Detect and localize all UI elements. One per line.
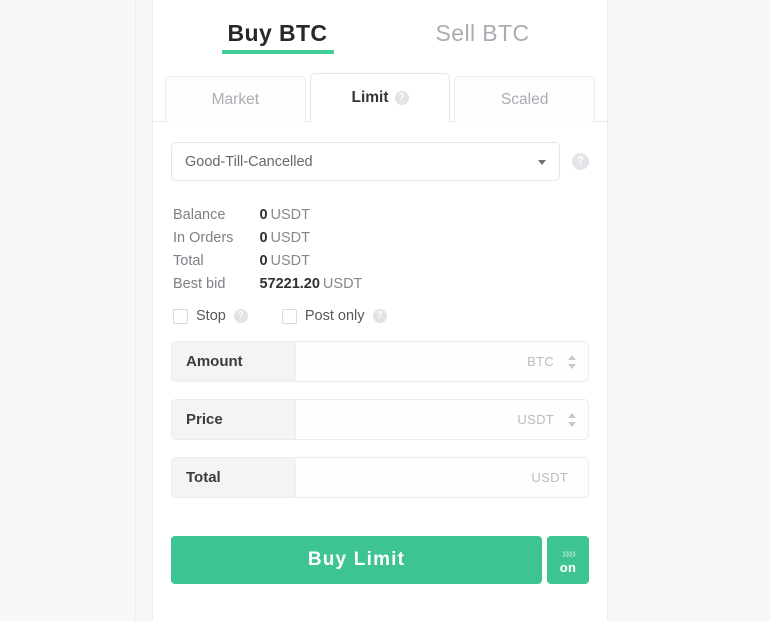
amount-stepper[interactable] xyxy=(562,342,588,381)
total-input[interactable] xyxy=(296,458,532,497)
active-tab-underline xyxy=(221,50,334,54)
stop-label: Stop xyxy=(196,308,226,324)
fast-submit-state: on xyxy=(559,560,577,575)
price-field-row: Price USDT xyxy=(171,399,589,440)
double-chevron-right-icon: »» xyxy=(561,545,577,562)
side-tabs: Buy BTC Sell BTC xyxy=(153,0,607,70)
tab-scaled-label: Scaled xyxy=(500,90,549,108)
tab-sell-btc-label: Sell BTC xyxy=(435,20,530,46)
chevron-up-icon[interactable] xyxy=(568,412,576,418)
amount-unit: BTC xyxy=(527,354,554,369)
in-orders-label: In Orders xyxy=(173,230,234,246)
time-in-force-value: Good-Till-Cancelled xyxy=(185,153,313,170)
chevron-up-icon[interactable] xyxy=(568,354,576,360)
in-orders-row: In Orders 0 USDT xyxy=(173,230,362,253)
time-in-force-select[interactable]: Good-Till-Cancelled xyxy=(171,142,560,181)
tab-limit[interactable]: Limit ? xyxy=(309,73,451,123)
best-bid-label: Best bid xyxy=(173,276,226,292)
amount-label: Amount xyxy=(172,342,296,381)
best-bid-amount: 57221.20 xyxy=(259,276,320,292)
post-only-checkbox[interactable] xyxy=(281,308,297,324)
price-input[interactable] xyxy=(296,400,518,439)
total-amount: 0 xyxy=(259,253,268,269)
balance-summary: Balance 0 USDT In Orders 0 USDT Total 0 USD… xyxy=(171,207,362,299)
in-orders-currency: USDT xyxy=(270,230,310,246)
total-field-label: Total xyxy=(172,458,296,497)
chevron-down-icon xyxy=(538,159,546,165)
in-orders-value: 0 USDT xyxy=(259,230,362,253)
total-row: Total 0 USDT xyxy=(173,253,362,276)
balance-currency: USDT xyxy=(270,207,310,223)
stop-help-icon[interactable]: ? xyxy=(233,309,248,323)
post-only-label: Post only xyxy=(304,308,365,324)
time-in-force-row: Good-Till-Cancelled ? xyxy=(171,142,589,181)
buy-limit-button[interactable]: Buy Limit xyxy=(171,536,542,584)
left-background-panel xyxy=(0,0,136,621)
best-bid-currency: USDT xyxy=(322,276,363,292)
balance-row: Balance 0 USDT xyxy=(173,207,362,230)
stop-checkbox[interactable] xyxy=(173,308,188,324)
best-bid-value: 57221.20 USDT xyxy=(259,276,362,299)
balance-label: Balance xyxy=(173,207,226,223)
order-options: Stop ? Post only ? xyxy=(171,308,589,324)
order-form-screen: Buy BTC Sell BTC Market Limit ? Scaled G… xyxy=(0,0,770,621)
total-value: 0 USDT xyxy=(259,253,362,276)
order-type-tabs: Market Limit ? Scaled xyxy=(153,70,607,123)
total-field-row: Total USDT xyxy=(171,457,589,498)
post-only-option[interactable]: Post only ? xyxy=(281,308,387,324)
tab-buy-btc-label: Buy BTC xyxy=(227,20,328,46)
tab-market-label: Market xyxy=(211,90,260,108)
price-unit: USDT xyxy=(517,412,554,427)
order-entry-panel: Buy BTC Sell BTC Market Limit ? Scaled G… xyxy=(152,0,608,621)
tab-sell-btc[interactable]: Sell BTC xyxy=(380,0,585,70)
tab-scaled[interactable]: Scaled xyxy=(454,76,596,122)
fast-submit-toggle[interactable]: »» on xyxy=(547,536,589,584)
total-currency: USDT xyxy=(270,253,310,269)
balance-value: 0 USDT xyxy=(259,207,362,230)
order-form: Good-Till-Cancelled ? Balance 0 USDT In O… xyxy=(153,122,607,621)
price-label: Price xyxy=(172,400,296,439)
amount-field-row: Amount BTC xyxy=(171,341,589,382)
chevron-down-icon[interactable] xyxy=(568,363,576,369)
balance-amount: 0 xyxy=(259,207,268,223)
price-stepper[interactable] xyxy=(562,400,588,439)
chevron-down-icon[interactable] xyxy=(568,421,576,427)
submit-row: Buy Limit »» on xyxy=(171,536,589,584)
limit-help-icon[interactable]: ? xyxy=(394,91,409,105)
best-bid-row: Best bid 57221.20 USDT xyxy=(173,276,362,299)
tab-limit-label: Limit xyxy=(351,89,389,106)
amount-input[interactable] xyxy=(296,342,528,381)
tab-buy-btc[interactable]: Buy BTC xyxy=(175,0,380,70)
tab-market[interactable]: Market xyxy=(165,76,306,122)
total-label: Total xyxy=(173,253,204,269)
in-orders-amount: 0 xyxy=(259,230,268,246)
post-only-help-icon[interactable]: ? xyxy=(372,309,387,323)
stop-option[interactable]: Stop ? xyxy=(173,308,248,324)
total-unit: USDT xyxy=(531,470,568,485)
time-in-force-help-icon[interactable]: ? xyxy=(572,153,589,170)
